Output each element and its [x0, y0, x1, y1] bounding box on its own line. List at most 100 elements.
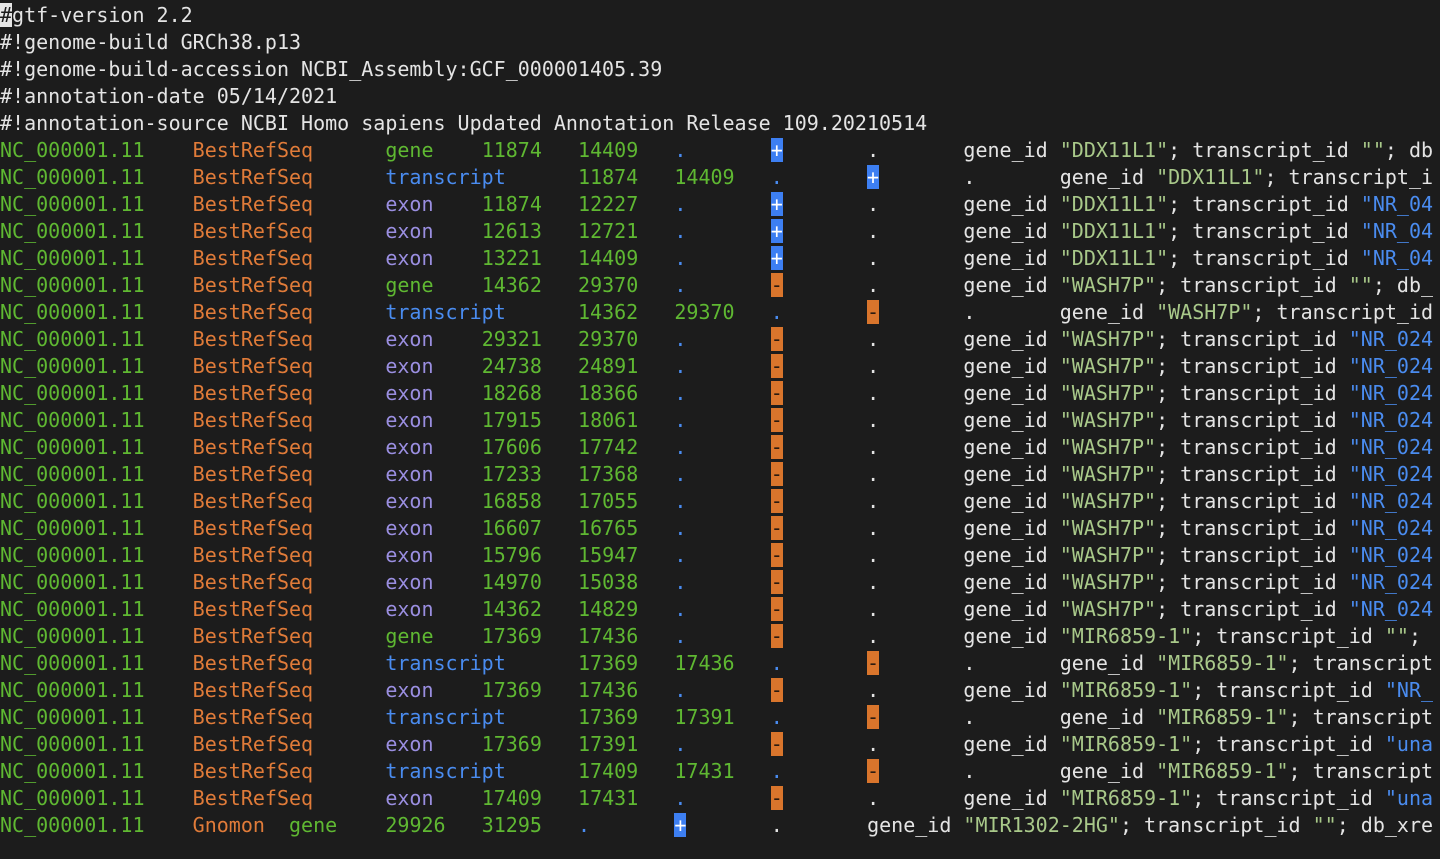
start-coordinate: 17915 [481, 408, 542, 432]
gtf-record-line: NC_000001.11 BestRefSeq exon 11874 12227… [0, 191, 1433, 218]
feature-type: exon [385, 786, 434, 810]
gene-id-value: "MIR6859-1" [1156, 705, 1289, 729]
gene-id-value: "WASH7P" [1059, 273, 1157, 297]
attribute-mid: ; transcript_id [1156, 597, 1349, 621]
strand-marker: - [867, 759, 880, 783]
attribute-key: gene_id [1059, 165, 1145, 189]
start-coordinate: 17369 [481, 624, 542, 648]
source: BestRefSeq [192, 516, 314, 540]
frame: . [867, 732, 880, 756]
gene-id-value: "WASH7P" [1059, 543, 1157, 567]
attribute-mid: ; transcript_id [1156, 543, 1349, 567]
feature-type: transcript [385, 759, 506, 783]
seqname: NC_000001.11 [0, 246, 145, 270]
gtf-record-line: NC_000001.11 BestRefSeq transcript 17369… [0, 650, 1433, 677]
frame: . [867, 138, 880, 162]
score: . [674, 219, 687, 243]
end-coordinate: 17391 [674, 705, 735, 729]
score: . [770, 759, 783, 783]
seqname: NC_000001.11 [0, 705, 145, 729]
start-coordinate: 18268 [481, 381, 542, 405]
end-coordinate: 29370 [578, 327, 639, 351]
start-coordinate: 17409 [578, 759, 639, 783]
source: BestRefSeq [192, 462, 314, 486]
strand-marker: - [770, 543, 783, 567]
score: . [674, 570, 687, 594]
start-coordinate: 11874 [481, 192, 542, 216]
header-line-gtf-version: #gtf-version 2.2 [0, 2, 193, 29]
start-coordinate: 17369 [481, 678, 542, 702]
gene-id-value: "WASH7P" [1156, 300, 1253, 324]
transcript-id-value: "" [1360, 138, 1385, 162]
start-coordinate: 11874 [578, 165, 639, 189]
score: . [674, 246, 687, 270]
start-coordinate: 17369 [578, 651, 639, 675]
score: . [674, 354, 687, 378]
attribute-key: gene_id [963, 597, 1048, 621]
attribute-key: gene_id [1059, 705, 1145, 729]
strand-marker: - [770, 678, 783, 702]
feature-type: gene [385, 138, 434, 162]
strand-marker: - [770, 570, 783, 594]
strand-marker: - [770, 786, 783, 810]
feature-type: exon [385, 435, 434, 459]
start-coordinate: 17409 [481, 786, 542, 810]
gtf-record-line: NC_000001.11 BestRefSeq exon 12613 12721… [0, 218, 1433, 245]
gtf-record-line: NC_000001.11 BestRefSeq transcript 17409… [0, 758, 1433, 785]
attribute-tail: ; db_ [1372, 273, 1434, 297]
seqname: NC_000001.11 [0, 813, 145, 837]
score: . [674, 543, 687, 567]
attribute-mid: ; transcript_id [1156, 435, 1349, 459]
attribute-mid: ; transcript_id [1156, 408, 1349, 432]
seqname: NC_000001.11 [0, 192, 145, 216]
gene-id-value: "WASH7P" [1059, 435, 1157, 459]
attribute-space [1048, 570, 1060, 594]
start-coordinate: 17369 [481, 732, 542, 756]
attribute-tail: ; db [1384, 138, 1434, 162]
end-coordinate: 29370 [674, 300, 735, 324]
start-coordinate: 17369 [578, 705, 639, 729]
attribute-mid: ; transcript_id [1156, 570, 1349, 594]
attribute-key: gene_id [963, 624, 1048, 648]
end-coordinate: 24891 [578, 354, 639, 378]
frame: . [867, 246, 880, 270]
attribute-mid: ; transcript_id [1192, 732, 1385, 756]
strand-marker: + [770, 192, 783, 216]
attribute-tail: ; [1408, 624, 1421, 648]
transcript-id-value: "" [1348, 273, 1373, 297]
start-coordinate: 14970 [481, 570, 542, 594]
source: BestRefSeq [192, 435, 314, 459]
score: . [674, 786, 687, 810]
end-coordinate: 17436 [674, 651, 735, 675]
end-coordinate: 18061 [578, 408, 639, 432]
attribute-key: gene_id [963, 543, 1048, 567]
transcript-id-value: "NR_024 [1348, 570, 1434, 594]
transcript-id-value: "NR_024 [1348, 543, 1434, 567]
gene-id-value: "WASH7P" [1059, 489, 1157, 513]
feature-type: gene [385, 624, 434, 648]
source: BestRefSeq [192, 651, 314, 675]
end-coordinate: 16765 [578, 516, 639, 540]
header-text: gtf-version 2.2 [12, 3, 193, 27]
strand-marker: + [867, 165, 880, 189]
seqname: NC_000001.11 [0, 381, 145, 405]
attribute-space [1048, 732, 1060, 756]
strand-marker: - [770, 327, 783, 351]
start-coordinate: 15796 [481, 543, 542, 567]
gtf-record-line: NC_000001.11 BestRefSeq exon 16858 17055… [0, 488, 1433, 515]
gene-id-value: "MIR6859-1" [1156, 651, 1289, 675]
score: . [674, 678, 687, 702]
attribute-key: gene_id [963, 354, 1048, 378]
attribute-space [1048, 543, 1060, 567]
gene-id-value: "MIR6859-1" [1059, 732, 1193, 756]
seqname: NC_000001.11 [0, 165, 145, 189]
attribute-space [1048, 624, 1060, 648]
gtf-record-line: NC_000001.11 BestRefSeq exon 17369 17391… [0, 731, 1433, 758]
strand-marker: - [770, 381, 783, 405]
frame: . [867, 678, 880, 702]
terminal-window[interactable]: #gtf-version 2.2 #!genome-build GRCh38.p… [0, 0, 1440, 859]
attribute-key: gene_id [963, 462, 1048, 486]
transcript-id-value: "una [1384, 732, 1434, 756]
seqname: NC_000001.11 [0, 759, 145, 783]
transcript-id-value: "NR_024 [1348, 462, 1434, 486]
